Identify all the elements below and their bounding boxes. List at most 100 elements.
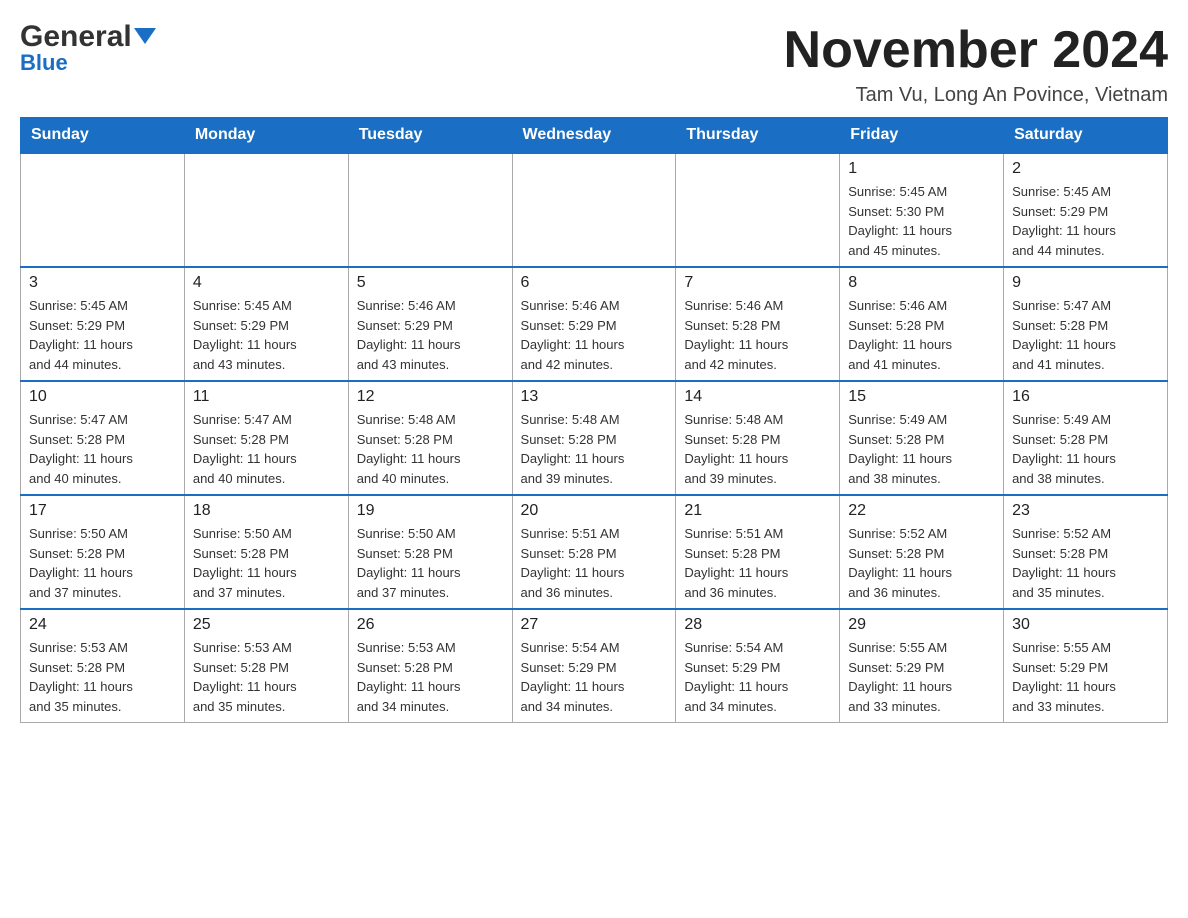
day-info: Sunrise: 5:52 AM Sunset: 5:28 PM Dayligh… (848, 524, 995, 602)
day-number: 24 (29, 616, 176, 634)
day-number: 9 (1012, 274, 1159, 292)
day-info: Sunrise: 5:47 AM Sunset: 5:28 PM Dayligh… (1012, 296, 1159, 374)
day-number: 8 (848, 274, 995, 292)
day-info: Sunrise: 5:54 AM Sunset: 5:29 PM Dayligh… (684, 638, 831, 716)
calendar-day-cell (512, 153, 676, 267)
calendar-day-cell: 14 Sunrise: 5:48 AM Sunset: 5:28 PM Dayli… (676, 381, 840, 495)
day-info: Sunrise: 5:46 AM Sunset: 5:28 PM Dayligh… (684, 296, 831, 374)
day-number: 18 (193, 502, 340, 520)
calendar-day-cell: 10Sunrise: 5:47 AM Sunset: 5:28 PM Dayli… (21, 381, 185, 495)
day-of-week-header: Sunday (21, 118, 185, 154)
calendar-day-cell: 6 Sunrise: 5:46 AM Sunset: 5:29 PM Daylig… (512, 267, 676, 381)
calendar-day-cell: 1 Sunrise: 5:45 AM Sunset: 5:30 PM Daylig… (840, 153, 1004, 267)
day-number: 16 (1012, 388, 1159, 406)
calendar-day-cell: 15Sunrise: 5:49 AM Sunset: 5:28 PM Dayli… (840, 381, 1004, 495)
calendar-day-cell: 11Sunrise: 5:47 AM Sunset: 5:28 PM Dayli… (184, 381, 348, 495)
day-number: 14 (684, 388, 831, 406)
day-of-week-header: Saturday (1004, 118, 1168, 154)
day-number: 27 (521, 616, 668, 634)
day-number: 17 (29, 502, 176, 520)
day-number: 5 (357, 274, 504, 292)
day-info: Sunrise: 5:52 AM Sunset: 5:28 PM Dayligh… (1012, 524, 1159, 602)
day-number: 7 (684, 274, 831, 292)
day-number: 25 (193, 616, 340, 634)
day-info: Sunrise: 5:55 AM Sunset: 5:29 PM Dayligh… (1012, 638, 1159, 716)
day-info: Sunrise: 5:48 AM Sunset: 5:28 PM Dayligh… (684, 410, 831, 488)
day-info: Sunrise: 5:54 AM Sunset: 5:29 PM Dayligh… (521, 638, 668, 716)
calendar-header: SundayMondayTuesdayWednesdayThursdayFrid… (21, 118, 1168, 154)
calendar-table: SundayMondayTuesdayWednesdayThursdayFrid… (20, 117, 1168, 723)
day-info: Sunrise: 5:46 AM Sunset: 5:28 PM Dayligh… (848, 296, 995, 374)
day-info: Sunrise: 5:45 AM Sunset: 5:30 PM Dayligh… (848, 182, 995, 260)
calendar-day-cell: 21Sunrise: 5:51 AM Sunset: 5:28 PM Dayli… (676, 495, 840, 609)
calendar-day-cell: 13Sunrise: 5:48 AM Sunset: 5:28 PM Dayli… (512, 381, 676, 495)
calendar-week-row: 1 Sunrise: 5:45 AM Sunset: 5:30 PM Daylig… (21, 153, 1168, 267)
day-number: 3 (29, 274, 176, 292)
day-of-week-header: Thursday (676, 118, 840, 154)
logo-arrow-icon (134, 24, 156, 51)
day-number: 28 (684, 616, 831, 634)
calendar-day-cell: 12 Sunrise: 5:48 AM Sunset: 5:28 PM Dayli… (348, 381, 512, 495)
logo: General Blue (20, 20, 156, 76)
calendar-week-row: 3 Sunrise: 5:45 AM Sunset: 5:29 PM Daylig… (21, 267, 1168, 381)
day-info: Sunrise: 5:53 AM Sunset: 5:28 PM Dayligh… (193, 638, 340, 716)
day-number: 6 (521, 274, 668, 292)
day-number: 15 (848, 388, 995, 406)
calendar-day-cell: 17 Sunrise: 5:50 AM Sunset: 5:28 PM Dayli… (21, 495, 185, 609)
logo-blue-text: Blue (20, 50, 68, 76)
day-info: Sunrise: 5:47 AM Sunset: 5:28 PM Dayligh… (193, 410, 340, 488)
calendar-day-cell: 30 Sunrise: 5:55 AM Sunset: 5:29 PM Dayli… (1004, 609, 1168, 723)
day-number: 19 (357, 502, 504, 520)
calendar-day-cell: 23 Sunrise: 5:52 AM Sunset: 5:28 PM Dayli… (1004, 495, 1168, 609)
calendar-day-cell: 24Sunrise: 5:53 AM Sunset: 5:28 PM Dayli… (21, 609, 185, 723)
day-info: Sunrise: 5:46 AM Sunset: 5:29 PM Dayligh… (521, 296, 668, 374)
calendar-day-cell: 25 Sunrise: 5:53 AM Sunset: 5:28 PM Dayli… (184, 609, 348, 723)
day-info: Sunrise: 5:48 AM Sunset: 5:28 PM Dayligh… (357, 410, 504, 488)
calendar-day-cell: 18 Sunrise: 5:50 AM Sunset: 5:28 PM Dayli… (184, 495, 348, 609)
day-info: Sunrise: 5:46 AM Sunset: 5:29 PM Dayligh… (357, 296, 504, 374)
logo-general-text: General (20, 20, 132, 54)
day-info: Sunrise: 5:45 AM Sunset: 5:29 PM Dayligh… (193, 296, 340, 374)
day-number: 13 (521, 388, 668, 406)
day-number: 23 (1012, 502, 1159, 520)
calendar-day-cell: 20 Sunrise: 5:51 AM Sunset: 5:28 PM Dayli… (512, 495, 676, 609)
day-info: Sunrise: 5:50 AM Sunset: 5:28 PM Dayligh… (29, 524, 176, 602)
day-number: 21 (684, 502, 831, 520)
calendar-day-cell: 28 Sunrise: 5:54 AM Sunset: 5:29 PM Dayli… (676, 609, 840, 723)
calendar-day-cell: 16Sunrise: 5:49 AM Sunset: 5:28 PM Dayli… (1004, 381, 1168, 495)
day-info: Sunrise: 5:47 AM Sunset: 5:28 PM Dayligh… (29, 410, 176, 488)
calendar-day-cell: 29 Sunrise: 5:55 AM Sunset: 5:29 PM Dayli… (840, 609, 1004, 723)
calendar-day-cell (676, 153, 840, 267)
day-number: 1 (848, 160, 995, 178)
calendar-body: 1 Sunrise: 5:45 AM Sunset: 5:30 PM Daylig… (21, 153, 1168, 723)
day-number: 20 (521, 502, 668, 520)
day-number: 22 (848, 502, 995, 520)
title-section: November 2024 Tam Vu, Long An Povince, V… (784, 20, 1168, 107)
day-info: Sunrise: 5:45 AM Sunset: 5:29 PM Dayligh… (1012, 182, 1159, 260)
day-info: Sunrise: 5:53 AM Sunset: 5:28 PM Dayligh… (357, 638, 504, 716)
day-number: 2 (1012, 160, 1159, 178)
page-header: General Blue November 2024 Tam Vu, Long … (20, 20, 1168, 107)
day-number: 29 (848, 616, 995, 634)
day-of-week-header: Monday (184, 118, 348, 154)
calendar-day-cell: 2 Sunrise: 5:45 AM Sunset: 5:29 PM Daylig… (1004, 153, 1168, 267)
day-of-week-header: Friday (840, 118, 1004, 154)
calendar-week-row: 17 Sunrise: 5:50 AM Sunset: 5:28 PM Dayli… (21, 495, 1168, 609)
calendar-day-cell: 9 Sunrise: 5:47 AM Sunset: 5:28 PM Daylig… (1004, 267, 1168, 381)
day-of-week-header: Wednesday (512, 118, 676, 154)
calendar-day-cell (21, 153, 185, 267)
day-info: Sunrise: 5:50 AM Sunset: 5:28 PM Dayligh… (193, 524, 340, 602)
day-number: 30 (1012, 616, 1159, 634)
day-info: Sunrise: 5:50 AM Sunset: 5:28 PM Dayligh… (357, 524, 504, 602)
day-number: 12 (357, 388, 504, 406)
day-number: 4 (193, 274, 340, 292)
calendar-week-row: 10Sunrise: 5:47 AM Sunset: 5:28 PM Dayli… (21, 381, 1168, 495)
day-info: Sunrise: 5:45 AM Sunset: 5:29 PM Dayligh… (29, 296, 176, 374)
calendar-day-cell (184, 153, 348, 267)
calendar-day-cell: 5 Sunrise: 5:46 AM Sunset: 5:29 PM Daylig… (348, 267, 512, 381)
calendar-day-cell: 22 Sunrise: 5:52 AM Sunset: 5:28 PM Dayli… (840, 495, 1004, 609)
calendar-day-cell: 4 Sunrise: 5:45 AM Sunset: 5:29 PM Daylig… (184, 267, 348, 381)
calendar-day-cell: 8 Sunrise: 5:46 AM Sunset: 5:28 PM Daylig… (840, 267, 1004, 381)
day-info: Sunrise: 5:55 AM Sunset: 5:29 PM Dayligh… (848, 638, 995, 716)
day-info: Sunrise: 5:51 AM Sunset: 5:28 PM Dayligh… (521, 524, 668, 602)
